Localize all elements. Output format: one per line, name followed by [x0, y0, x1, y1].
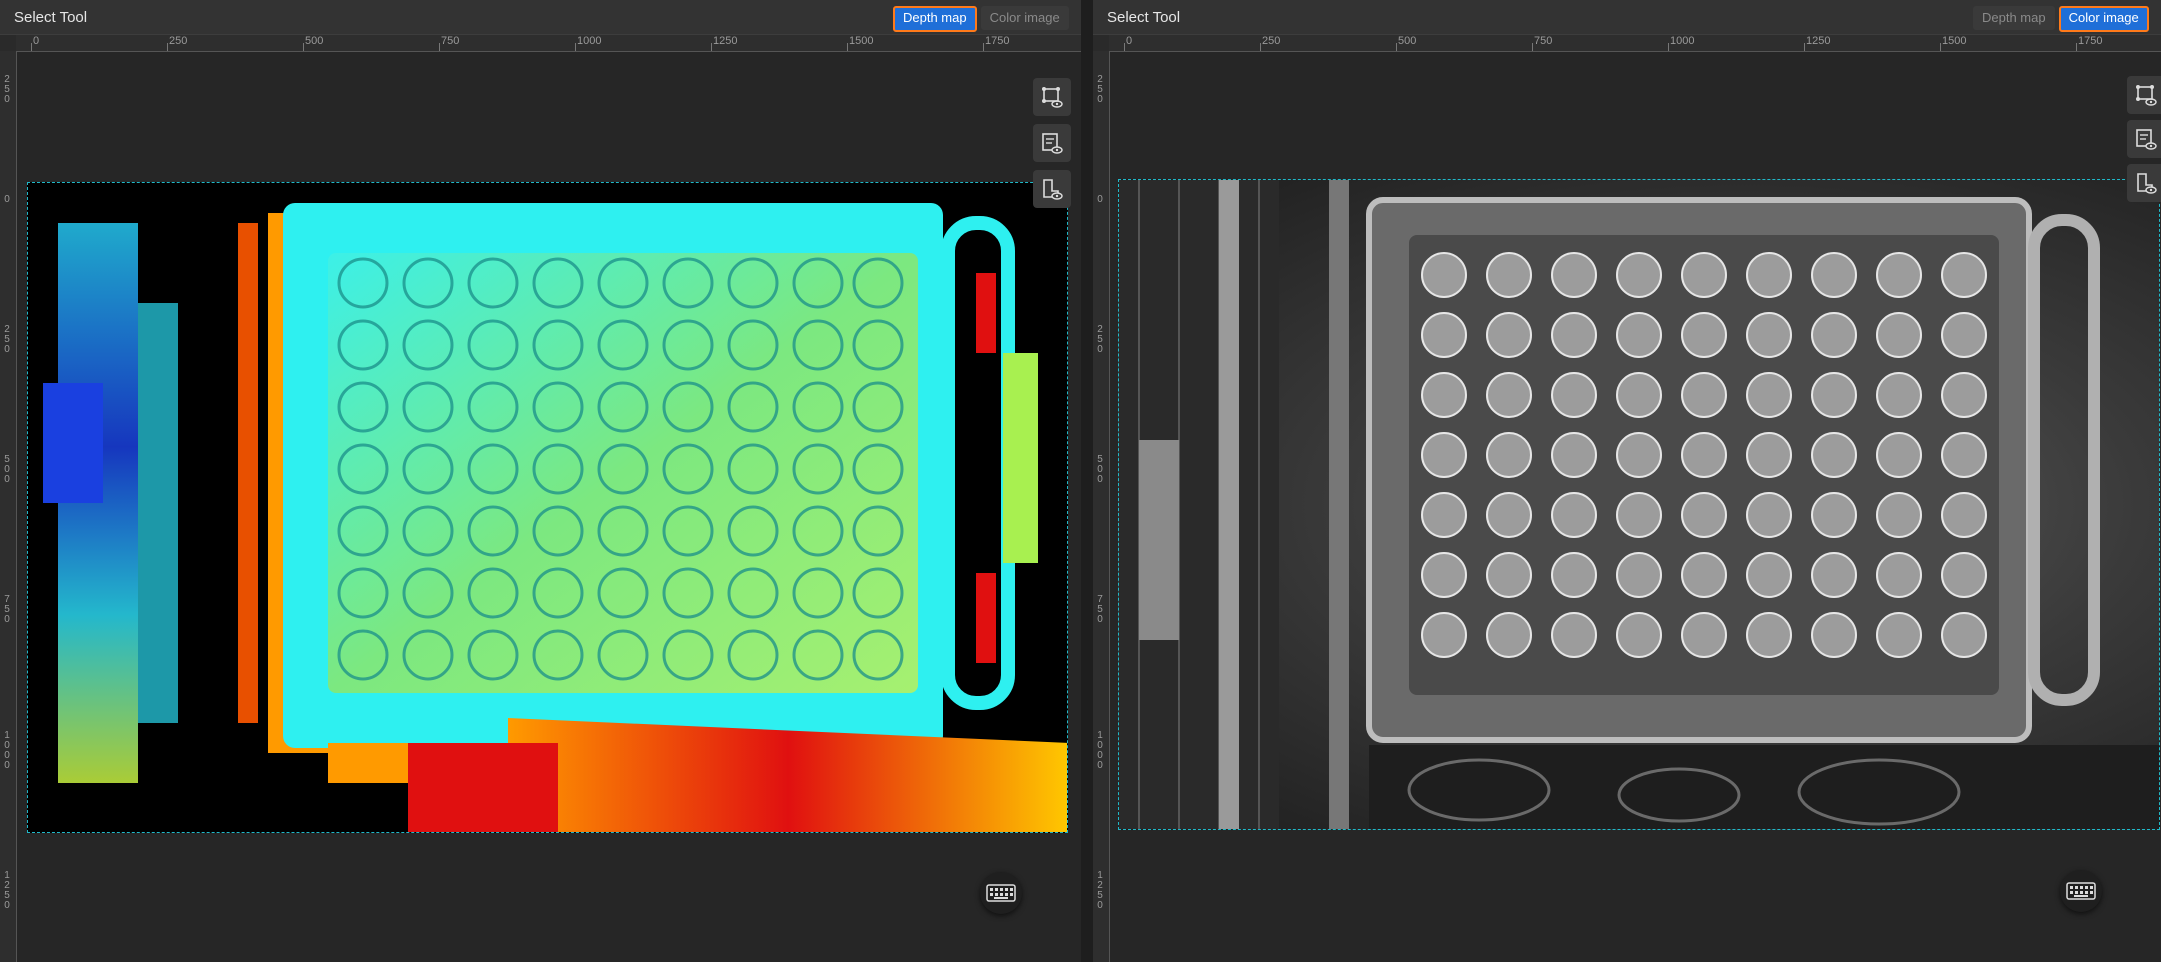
right-color-image-button[interactable]: Color image [2058, 6, 2149, 32]
right-ruler-tick: 750 [1534, 35, 1553, 47]
left-view-toggle: Depth map Color image [893, 6, 1069, 32]
left-vertical-ruler: 250 0 250 500 750 1000 1250 [0, 51, 17, 962]
mask-eye-icon[interactable] [2127, 164, 2161, 202]
right-titlebar: Select Tool Depth map Color image [1093, 0, 2161, 35]
depth-map-image [27, 182, 1068, 833]
left-ruler-tick: 250 [169, 35, 188, 47]
left-titlebar: Select Tool Depth map Color image [0, 0, 1081, 35]
left-panel-title: Select Tool [14, 9, 88, 26]
right-vertical-ruler: 250 0 250 500 750 1000 1250 [1093, 51, 1110, 962]
checklist-eye-icon[interactable] [2127, 120, 2161, 158]
left-ruler-tick: 500 [305, 35, 324, 47]
right-ruler-tick: 250 [1262, 35, 1281, 47]
depth-map-panel: Select Tool Depth map Color image 0 250 … [0, 0, 1081, 962]
left-color-image-button[interactable]: Color image [980, 6, 1069, 30]
right-view-toggle: Depth map Color image [1973, 6, 2149, 32]
color-image-render [1119, 180, 2159, 829]
left-vruler-tick: 500 [4, 454, 10, 485]
left-vruler-tick: 750 [4, 594, 10, 625]
right-depth-map-button[interactable]: Depth map [1973, 6, 2055, 30]
right-vruler-tick: 250 [1097, 324, 1103, 355]
right-ruler-tick: 1000 [1670, 35, 1695, 47]
right-vruler-tick: 500 [1097, 454, 1103, 485]
left-image-viewport[interactable] [17, 52, 1081, 962]
left-horizontal-ruler: 0 250 500 750 1000 1250 1500 1750 [16, 35, 1081, 52]
left-ruler-tick: 1750 [985, 35, 1010, 47]
panel-divider[interactable] [1081, 0, 1093, 962]
right-ruler-tick: 0 [1126, 35, 1133, 47]
right-ruler-tick: 1750 [2078, 35, 2103, 47]
right-vruler-tick: 1250 [1097, 870, 1103, 911]
roi-eye-icon[interactable] [1033, 78, 1071, 116]
left-vruler-tick: 250 [4, 324, 10, 355]
left-ruler-tick: 1500 [849, 35, 874, 47]
right-ruler-tick: 1500 [1942, 35, 1967, 47]
left-ruler-tick: 1000 [577, 35, 602, 47]
keyboard-icon[interactable] [980, 872, 1022, 914]
keyboard-icon[interactable] [2060, 870, 2102, 912]
right-vruler-tick: 250 [1097, 74, 1103, 105]
left-ruler-tick: 0 [33, 35, 40, 47]
right-ruler-tick: 500 [1398, 35, 1417, 47]
left-vruler-tick: 0 [4, 194, 10, 205]
depth-map-render [43, 203, 1067, 832]
left-ruler-tick: 1250 [713, 35, 738, 47]
right-horizontal-ruler: 0 250 500 750 1000 1250 1500 1750 [1109, 35, 2161, 52]
roi-eye-icon[interactable] [2127, 76, 2161, 114]
right-panel-title: Select Tool [1107, 9, 1181, 26]
left-depth-map-button[interactable]: Depth map [893, 6, 977, 32]
left-vruler-tick: 1250 [4, 870, 10, 911]
color-image-panel: Select Tool Depth map Color image 0 250 … [1093, 0, 2161, 962]
right-image-viewport[interactable] [1110, 52, 2161, 962]
right-vruler-tick: 0 [1097, 194, 1103, 205]
left-vruler-tick: 1000 [4, 730, 10, 771]
right-ruler-tick: 1250 [1806, 35, 1831, 47]
color-image [1118, 179, 2160, 830]
left-vruler-tick: 250 [4, 74, 10, 105]
checklist-eye-icon[interactable] [1033, 124, 1071, 162]
right-vruler-tick: 750 [1097, 594, 1103, 625]
left-ruler-tick: 750 [441, 35, 460, 47]
right-vruler-tick: 1000 [1097, 730, 1103, 771]
mask-eye-icon[interactable] [1033, 170, 1071, 208]
